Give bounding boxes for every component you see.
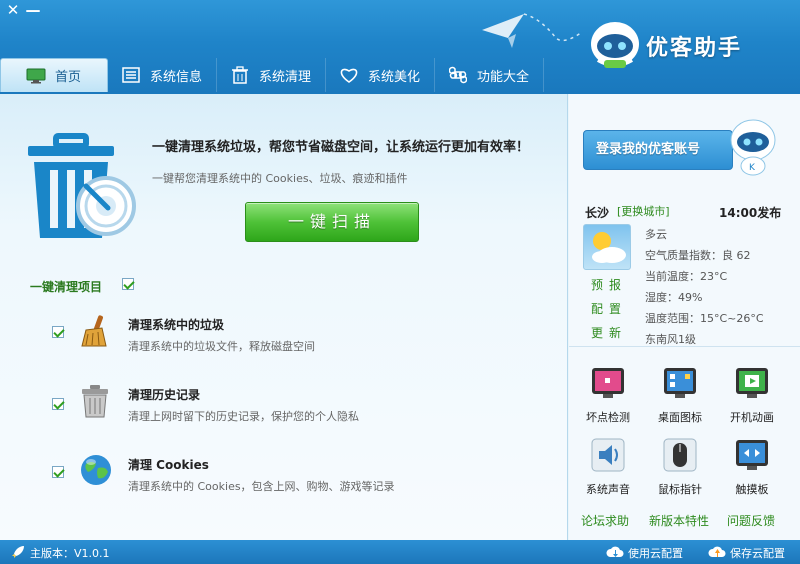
- tool-system-sound[interactable]: 系统声音: [573, 438, 643, 497]
- command-icon: [447, 66, 469, 84]
- subline: 一键帮您清理系统中的 Cookies、垃圾、痕迹和插件: [152, 172, 408, 185]
- tab-home[interactable]: 首页: [0, 58, 108, 92]
- item-checkbox-history[interactable]: [52, 398, 64, 410]
- nav-tabs: 首页 系统信息 系统清理 系统美化 功能大全: [0, 56, 545, 94]
- tool-label: 系统声音: [586, 483, 630, 496]
- item-title: 清理 Cookies: [128, 458, 209, 472]
- trash-can-icon: [82, 385, 108, 418]
- weather-city: 长沙: [585, 206, 610, 220]
- use-cloud-config-button[interactable]: 使用云配置: [628, 545, 683, 561]
- tab-label: 系统信息: [150, 69, 203, 85]
- version-label: 主版本：V1.0.1: [30, 547, 110, 560]
- weather-forecast-link[interactable]: 预报: [591, 276, 627, 293]
- tab-system-beautify[interactable]: 系统美化: [326, 58, 436, 92]
- item-title: 清理系统中的垃圾: [128, 318, 225, 332]
- globe-icon: [81, 455, 111, 485]
- item-checkbox-junk[interactable]: [52, 326, 64, 338]
- status-bar: 主版本：V1.0.1 使用云配置 保存云配置: [0, 540, 800, 564]
- divider: [569, 346, 800, 347]
- weather-temp-range: 温度范围：15°C~26°C: [645, 312, 764, 325]
- app-title: 优客助手: [646, 36, 743, 61]
- cloud-download-icon: [606, 546, 624, 557]
- monitor-icon: [25, 67, 47, 85]
- title-bar: ✕ — 优客助手 首页 系统信息 系统清理 系统美化 功能大全: [0, 0, 800, 94]
- save-cloud-config-button[interactable]: 保存云配置: [730, 545, 785, 561]
- main-panel: 一键清理系统垃圾，帮您节省磁盘空间，让系统运行更加有效率！ 一键帮您清理系统中的…: [0, 94, 568, 540]
- weather-publish-time: 14:00发布: [719, 206, 782, 220]
- robot-mascot-icon: K: [730, 119, 776, 176]
- right-panel: 登录我的优客账号 K 长沙 [更换城市] 14:00发布 预报 配置 更新 多云…: [569, 94, 800, 540]
- tab-label: 功能大全: [477, 69, 530, 85]
- change-city-link[interactable]: [更换城市]: [617, 203, 670, 219]
- weather-current-temp: 当前温度：23°C: [645, 270, 728, 283]
- boot-animation-icon: [736, 368, 768, 398]
- pixel-test-icon: [592, 368, 624, 398]
- robot-logo-icon: [591, 22, 639, 68]
- weather-condition: 多云: [645, 228, 667, 241]
- list-icon: [120, 66, 142, 84]
- weather-update-link[interactable]: 更新: [591, 324, 627, 341]
- speaker-icon: [591, 438, 625, 472]
- tool-mouse-pointer[interactable]: 鼠标指针: [645, 438, 715, 497]
- heart-icon: [338, 66, 360, 84]
- trash-bin-illustration-icon: [28, 133, 136, 238]
- paper-plane-icon: [482, 13, 583, 48]
- tab-label: 首页: [54, 70, 81, 85]
- touchpad-icon: [736, 440, 768, 470]
- tool-label: 桌面图标: [658, 411, 702, 424]
- tab-system-clean[interactable]: 系统清理: [217, 58, 327, 92]
- item-title: 清理历史记录: [128, 388, 201, 402]
- select-all-checkbox[interactable]: [122, 278, 134, 290]
- tab-label: 系统美化: [368, 69, 421, 85]
- tab-label: 系统清理: [259, 69, 312, 85]
- headline: 一键清理系统垃圾，帮您节省磁盘空间，让系统运行更加有效率！: [152, 140, 530, 155]
- close-button[interactable]: ✕: [4, 2, 22, 20]
- tool-pixel-test[interactable]: 坏点检测: [573, 366, 643, 425]
- item-desc: 清理系统中的 Cookies，包含上网、购物、游戏等记录: [128, 480, 395, 493]
- new-features-link[interactable]: 新版本特性: [649, 512, 709, 529]
- mouse-icon: [663, 438, 697, 472]
- minimize-button[interactable]: —: [24, 2, 42, 20]
- item-checkbox-cookies[interactable]: [52, 466, 64, 478]
- forum-help-link[interactable]: 论坛求助: [581, 512, 629, 529]
- tab-system-info[interactable]: 系统信息: [108, 58, 218, 92]
- tool-label: 坏点检测: [586, 411, 630, 424]
- partly-cloudy-icon: [583, 224, 631, 270]
- weather-humidity: 湿度：49%: [645, 291, 703, 304]
- feedback-link[interactable]: 问题反馈: [727, 512, 775, 529]
- weather-wind: 东南风1级: [645, 333, 696, 346]
- broom-icon: [81, 315, 107, 347]
- item-desc: 清理上网时留下的历史记录，保护您的个人隐私: [128, 410, 359, 423]
- weather-config-link[interactable]: 配置: [591, 300, 627, 317]
- tool-touchpad[interactable]: 触摸板: [717, 438, 787, 497]
- rocket-icon: [12, 546, 24, 558]
- tool-desktop-icons[interactable]: 桌面图标: [645, 366, 715, 425]
- tool-label: 鼠标指针: [658, 483, 702, 496]
- section-title: 一键清理项目: [30, 280, 103, 294]
- tool-label: 开机动画: [730, 411, 774, 424]
- item-desc: 清理系统中的垃圾文件，释放磁盘空间: [128, 340, 315, 353]
- weather-aqi: 空气质量指数：良 62: [645, 249, 751, 262]
- one-click-scan-button[interactable]: 一键扫描: [245, 202, 419, 242]
- cloud-upload-icon: [708, 546, 726, 557]
- login-account-button[interactable]: 登录我的优客账号: [583, 130, 733, 170]
- tool-label: 触摸板: [735, 483, 769, 496]
- trash-icon: [229, 66, 251, 84]
- app-logo: 优客助手: [586, 14, 796, 74]
- tab-all-features[interactable]: 功能大全: [435, 58, 545, 92]
- tool-boot-animation[interactable]: 开机动画: [717, 366, 787, 425]
- desktop-icons-icon: [664, 368, 696, 398]
